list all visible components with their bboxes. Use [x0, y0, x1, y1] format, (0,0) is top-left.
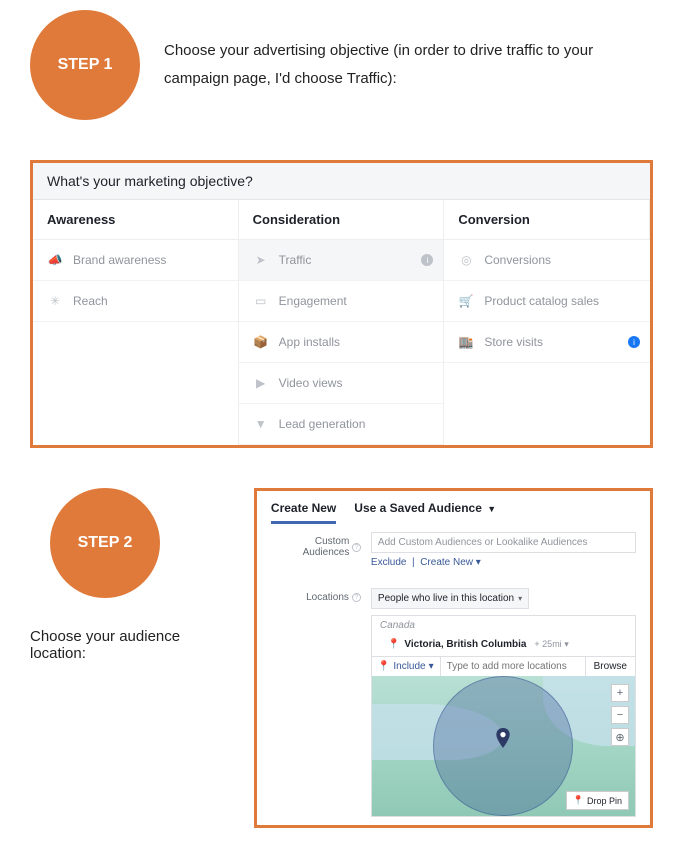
- objective-label: Lead generation: [279, 417, 366, 431]
- objective-label: Video views: [279, 376, 343, 390]
- tab-label: Use a Saved Audience: [354, 501, 482, 515]
- objective-label: Product catalog sales: [484, 294, 599, 308]
- locations-label: Locations ?: [271, 588, 361, 603]
- col-header-awareness: Awareness: [33, 200, 239, 240]
- objective-video-views[interactable]: ▶ Video views: [239, 363, 444, 404]
- objective-engagement[interactable]: ▭ Engagement: [239, 281, 444, 322]
- cart-icon: 🛒: [458, 293, 474, 309]
- objective-label: Engagement: [279, 294, 347, 308]
- objective-reach[interactable]: ✳ Reach: [33, 281, 238, 322]
- objective-app-installs[interactable]: 📦 App installs: [239, 322, 444, 363]
- conversion-column: ◎ Conversions 🛒 Product catalog sales 🏬 …: [444, 240, 650, 445]
- location-country: Canada: [372, 616, 635, 635]
- radius-dropdown[interactable]: + 25mi ▾: [534, 639, 568, 650]
- chevron-down-icon: ▾: [476, 557, 481, 568]
- col-header-consideration: Consideration: [239, 200, 445, 240]
- info-icon[interactable]: i: [628, 336, 640, 348]
- tab-create-new[interactable]: Create New: [271, 501, 336, 524]
- step-1-badge: STEP 1: [30, 10, 140, 120]
- consideration-column: ➤ Traffic i ▭ Engagement 📦 App installs …: [239, 240, 445, 445]
- chevron-down-icon: ▾: [518, 594, 522, 603]
- chevron-down-icon: ▾: [429, 661, 434, 672]
- step-2-badge: STEP 2: [50, 488, 160, 598]
- location-box: Canada 📍 Victoria, British Columbia + 25…: [371, 615, 636, 817]
- exclude-link[interactable]: Exclude: [371, 557, 407, 568]
- objectives-header: What's your marketing objective?: [33, 163, 650, 200]
- info-icon[interactable]: i: [421, 254, 433, 266]
- pin-icon: 📍: [378, 661, 390, 672]
- help-icon[interactable]: ?: [352, 543, 361, 552]
- objective-lead-generation[interactable]: ▼ Lead generation: [239, 404, 444, 445]
- engagement-icon: ▭: [253, 293, 269, 309]
- objectives-panel: What's your marketing objective? Awarene…: [30, 160, 653, 448]
- zoom-in-button[interactable]: +: [611, 684, 629, 702]
- pin-icon: 📍: [573, 795, 584, 806]
- help-icon[interactable]: ?: [352, 593, 361, 602]
- audience-panel: Create New Use a Saved Audience ▼ Custom…: [254, 488, 653, 828]
- video-icon: ▶: [253, 375, 269, 391]
- reach-icon: ✳: [47, 293, 63, 309]
- browse-button[interactable]: Browse: [585, 657, 635, 676]
- create-new-link[interactable]: Create New ▾: [420, 557, 481, 568]
- conversions-icon: ◎: [458, 252, 474, 268]
- box-icon: 📦: [253, 334, 269, 350]
- step-2-caption: Choose your audience location:: [30, 628, 234, 662]
- col-header-conversion: Conversion: [444, 200, 650, 240]
- megaphone-icon: 📣: [47, 252, 63, 268]
- objective-label: Traffic: [279, 253, 312, 267]
- step-1-text: Choose your advertising objective (in or…: [164, 37, 653, 94]
- map-pin-icon[interactable]: [495, 728, 511, 748]
- tab-saved-audience[interactable]: Use a Saved Audience ▼: [354, 501, 496, 524]
- cursor-icon: ➤: [253, 252, 269, 268]
- funnel-icon: ▼: [253, 416, 269, 432]
- objective-label: Store visits: [484, 335, 543, 349]
- include-dropdown[interactable]: 📍 Include ▾: [372, 657, 441, 676]
- location-map[interactable]: + − ⊕ 📍 Drop Pin: [372, 676, 635, 816]
- zoom-out-button[interactable]: −: [611, 706, 629, 724]
- pin-icon: 📍: [388, 639, 400, 650]
- people-location-dropdown[interactable]: People who live in this location ▾: [371, 588, 529, 609]
- objective-conversions[interactable]: ◎ Conversions: [444, 240, 650, 281]
- objective-label: App installs: [279, 335, 340, 349]
- objective-label: Reach: [73, 294, 108, 308]
- objective-label: Brand awareness: [73, 253, 166, 267]
- custom-audiences-input[interactable]: Add Custom Audiences or Lookalike Audien…: [371, 532, 636, 553]
- custom-audiences-label: Custom Audiences ?: [271, 532, 361, 558]
- step-1-header: STEP 1 Choose your advertising objective…: [0, 0, 683, 140]
- chevron-down-icon: ▼: [487, 504, 496, 514]
- compass-button[interactable]: ⊕: [611, 728, 629, 746]
- objective-product-catalog[interactable]: 🛒 Product catalog sales: [444, 281, 650, 322]
- objective-store-visits[interactable]: 🏬 Store visits i: [444, 322, 650, 363]
- objective-brand-awareness[interactable]: 📣 Brand awareness: [33, 240, 238, 281]
- awareness-column: 📣 Brand awareness ✳ Reach: [33, 240, 239, 445]
- objective-label: Conversions: [484, 253, 551, 267]
- location-city[interactable]: 📍 Victoria, British Columbia + 25mi ▾: [372, 635, 635, 656]
- location-search-input[interactable]: [441, 657, 585, 676]
- objective-traffic[interactable]: ➤ Traffic i: [239, 240, 444, 281]
- drop-pin-button[interactable]: 📍 Drop Pin: [566, 791, 629, 810]
- store-icon: 🏬: [458, 334, 474, 350]
